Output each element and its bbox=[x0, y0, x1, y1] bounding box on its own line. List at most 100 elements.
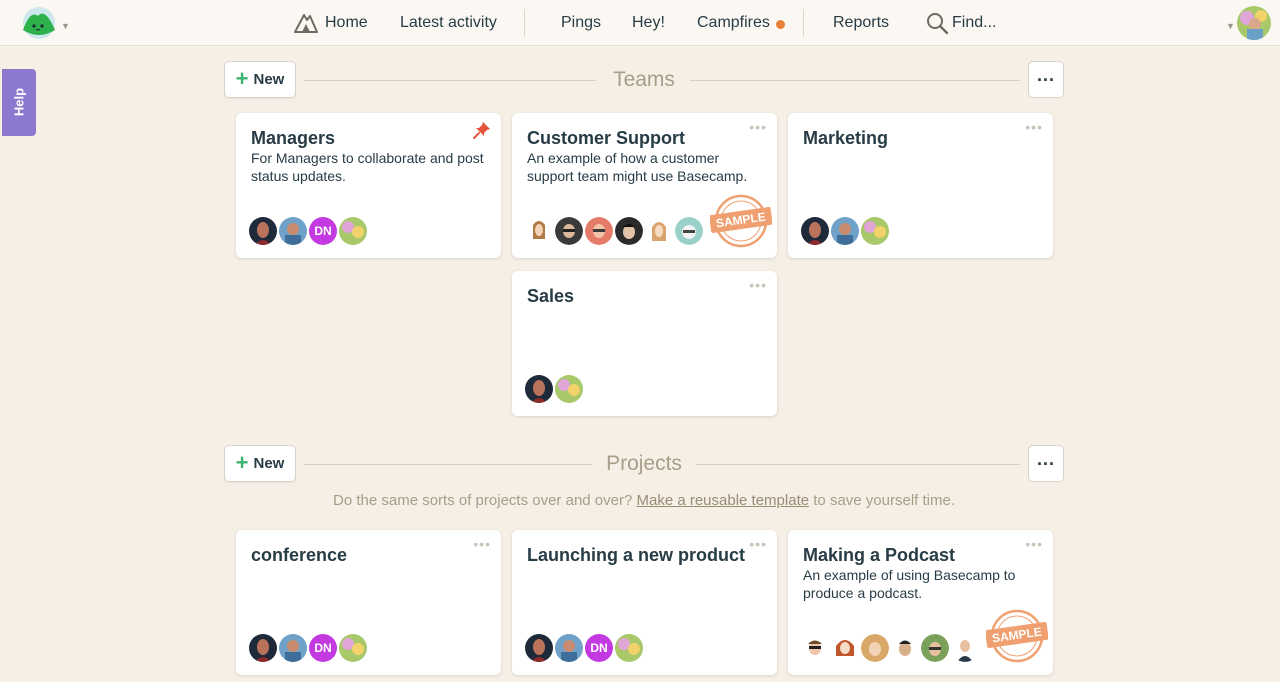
avatar bbox=[921, 634, 949, 662]
section-divider bbox=[696, 464, 1020, 465]
avatar bbox=[555, 217, 583, 245]
mountain-icon bbox=[294, 14, 318, 33]
sample-stamp-icon: SAMPLE bbox=[986, 609, 1048, 663]
nav-divider bbox=[524, 9, 525, 37]
teams-options-button[interactable]: ... bbox=[1028, 61, 1064, 98]
plus-icon: + bbox=[235, 449, 249, 475]
user-avatar[interactable] bbox=[1237, 6, 1271, 40]
sample-stamp-icon: SAMPLE bbox=[710, 194, 772, 248]
card-menu-icon[interactable]: ••• bbox=[1025, 119, 1043, 135]
avatar bbox=[645, 217, 673, 245]
avatar-initials: DN bbox=[309, 634, 337, 662]
avatar bbox=[249, 217, 277, 245]
avatar bbox=[831, 634, 859, 662]
avatar bbox=[585, 217, 613, 245]
unread-dot-icon bbox=[775, 19, 785, 29]
card-title: Managers bbox=[251, 128, 336, 148]
avatar bbox=[279, 217, 307, 245]
template-hint-text: Do the same sorts of projects over and o… bbox=[333, 492, 633, 509]
nav-reports[interactable]: Reports bbox=[833, 0, 889, 46]
more-icon: ... bbox=[1036, 65, 1055, 85]
avatar bbox=[801, 217, 829, 245]
help-label: Help bbox=[11, 87, 27, 117]
avatar bbox=[675, 217, 703, 245]
nav-home-label: Home bbox=[325, 14, 368, 31]
avatar-initials: DN bbox=[585, 634, 613, 662]
basecamp-logo-icon[interactable] bbox=[18, 6, 60, 40]
card-description: An example of how a customer support tea… bbox=[527, 150, 748, 184]
logo-caret-icon[interactable]: ▼ bbox=[61, 21, 70, 31]
card-title: conference bbox=[251, 545, 348, 565]
team-card-marketing[interactable]: Marketing ••• bbox=[788, 113, 1053, 258]
team-card-customer-support[interactable]: Customer Support An example of how a cus… bbox=[512, 113, 777, 258]
nav-divider bbox=[803, 9, 804, 37]
nav-hey[interactable]: Hey! bbox=[632, 0, 665, 46]
avatar bbox=[279, 634, 307, 662]
card-description: An example of using Basecamp to produce … bbox=[803, 567, 1016, 601]
new-team-label: New bbox=[253, 71, 285, 88]
card-menu-icon[interactable]: ••• bbox=[1025, 536, 1043, 552]
card-title: Sales bbox=[527, 286, 575, 306]
avatar bbox=[861, 217, 889, 245]
card-menu-icon[interactable]: ••• bbox=[473, 536, 491, 552]
avatar-list: DN bbox=[249, 217, 369, 245]
avatar bbox=[555, 634, 583, 662]
project-card-making-a-podcast[interactable]: Making a Podcast An example of using Bas… bbox=[788, 530, 1053, 675]
section-divider bbox=[690, 80, 1020, 81]
card-title: Launching a new product bbox=[527, 545, 746, 565]
avatar bbox=[339, 217, 367, 245]
avatar bbox=[891, 634, 919, 662]
nav-campfires-label: Campfires bbox=[697, 14, 770, 31]
search-icon bbox=[927, 13, 949, 35]
avatar-list bbox=[525, 375, 585, 403]
avatar-list bbox=[801, 217, 891, 245]
avatar-list bbox=[801, 634, 981, 662]
avatar-list bbox=[525, 217, 705, 245]
avatar-initials: DN bbox=[309, 217, 337, 245]
avatar bbox=[525, 375, 553, 403]
user-caret-icon[interactable]: ▼ bbox=[1226, 21, 1235, 31]
card-menu-icon[interactable]: ••• bbox=[749, 277, 767, 293]
template-hint: Do the same sorts of projects over and o… bbox=[224, 492, 1064, 509]
top-navigation: ▼ Home Latest activity Pings Hey! Campfi… bbox=[0, 0, 1280, 46]
project-card-conference[interactable]: conference ••• DN bbox=[236, 530, 501, 675]
new-team-button[interactable]: + New bbox=[224, 61, 296, 98]
avatar-list: DN bbox=[249, 634, 369, 662]
team-card-sales[interactable]: Sales ••• bbox=[512, 271, 777, 416]
avatar bbox=[831, 217, 859, 245]
card-title: Making a Podcast bbox=[803, 545, 956, 565]
pin-icon[interactable] bbox=[473, 121, 491, 139]
avatar bbox=[861, 634, 889, 662]
avatar bbox=[801, 634, 829, 662]
avatar bbox=[525, 217, 553, 245]
projects-options-button[interactable]: ... bbox=[1028, 445, 1064, 482]
help-tab[interactable]: Help bbox=[2, 69, 36, 136]
avatar bbox=[615, 634, 643, 662]
nav-campfires[interactable]: Campfires bbox=[697, 0, 785, 46]
avatar-list: DN bbox=[525, 634, 645, 662]
nav-find[interactable]: Find... bbox=[925, 0, 996, 46]
avatar bbox=[339, 634, 367, 662]
new-project-button[interactable]: + New bbox=[224, 445, 296, 482]
card-menu-icon[interactable]: ••• bbox=[749, 119, 767, 135]
avatar bbox=[525, 634, 553, 662]
nav-pings[interactable]: Pings bbox=[561, 0, 601, 46]
card-title: Marketing bbox=[803, 128, 889, 148]
template-hint-text: to save yourself time. bbox=[813, 492, 955, 509]
plus-icon: + bbox=[235, 65, 249, 91]
avatar bbox=[615, 217, 643, 245]
avatar bbox=[249, 634, 277, 662]
avatar bbox=[951, 634, 979, 662]
make-template-link[interactable]: Make a reusable template bbox=[636, 492, 809, 509]
new-project-label: New bbox=[253, 455, 285, 472]
project-card-launching-new-product[interactable]: Launching a new product ••• DN bbox=[512, 530, 777, 675]
team-card-managers[interactable]: Managers For Managers to collaborate and… bbox=[236, 113, 501, 258]
avatar bbox=[555, 375, 583, 403]
nav-home[interactable]: Home bbox=[293, 0, 368, 46]
nav-latest-activity[interactable]: Latest activity bbox=[400, 0, 497, 46]
nav-find-label: Find... bbox=[952, 14, 997, 31]
card-title: Customer Support bbox=[527, 128, 686, 148]
more-icon: ... bbox=[1036, 449, 1055, 469]
card-description: For Managers to collaborate and post sta… bbox=[251, 150, 484, 184]
card-menu-icon[interactable]: ••• bbox=[749, 536, 767, 552]
